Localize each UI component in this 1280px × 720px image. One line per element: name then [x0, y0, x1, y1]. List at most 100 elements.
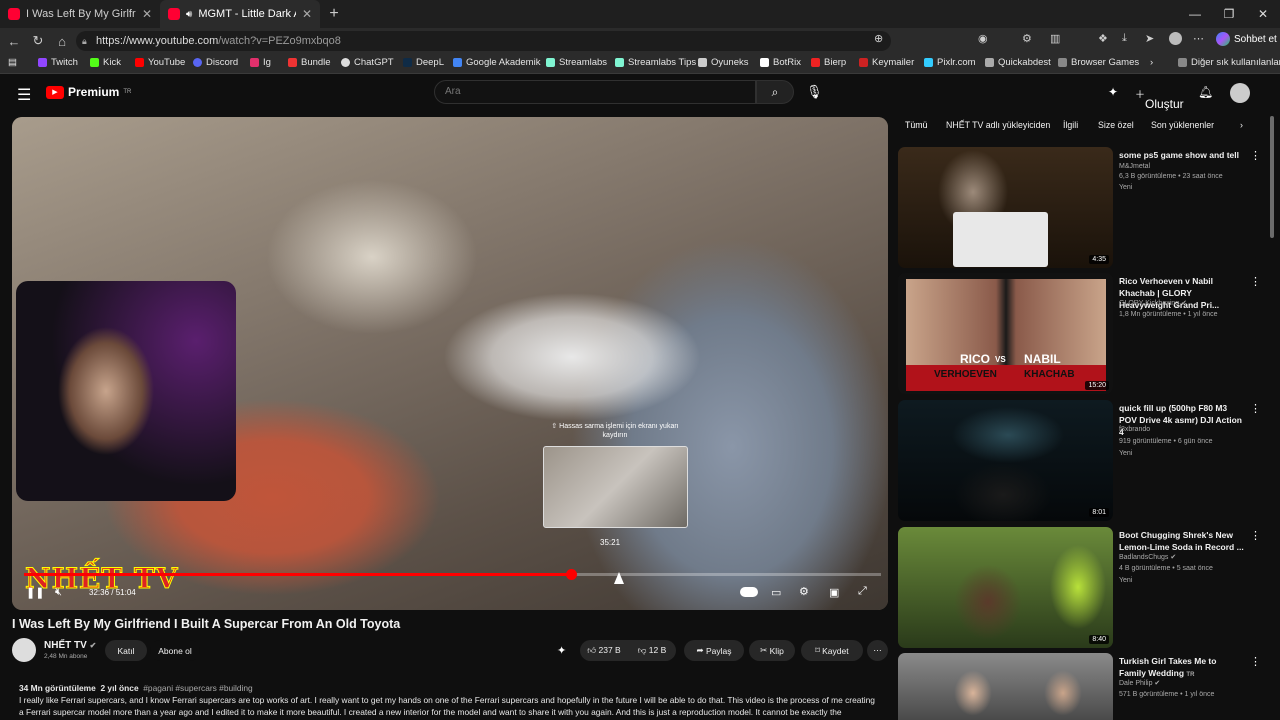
- bookmark-bierp[interactable]: Bierp: [811, 57, 846, 68]
- recommendation-item[interactable]: RICO VS NABIL VERHOEVEN KHACHAB 15:20 Ri…: [898, 273, 1268, 395]
- subscribe-button[interactable]: Abone ol: [150, 640, 200, 661]
- share-button[interactable]: ➦ Paylaş: [684, 640, 744, 661]
- other-bookmarks[interactable]: Diğer sık kullanılanlar: [1178, 57, 1280, 68]
- more-menu-icon[interactable]: ⋯: [1193, 32, 1204, 45]
- notifications-icon[interactable]: 🔔︎: [1198, 85, 1213, 99]
- chat-button[interactable]: Sohbet et: [1216, 32, 1277, 46]
- microphone-icon[interactable]: 🎙︎: [806, 84, 823, 100]
- split-view-icon[interactable]: ▥: [1050, 32, 1060, 45]
- share-icon[interactable]: ➤: [1145, 32, 1154, 45]
- progress-scrubber[interactable]: [565, 569, 577, 580]
- bookmark-youtube[interactable]: YouTube: [135, 57, 185, 68]
- url-field[interactable]: 🔒︎ https://www.youtube.com/watch?v=PEZo9…: [76, 31, 891, 51]
- more-vert-icon[interactable]: ⋮: [1250, 402, 1261, 415]
- maximize-icon[interactable]: ❐: [1212, 0, 1246, 28]
- chip-related[interactable]: İlgili: [1063, 120, 1078, 130]
- pause-icon[interactable]: ❚❚: [26, 586, 44, 599]
- close-tab-icon[interactable]: ✕: [302, 7, 312, 21]
- settings-icon[interactable]: ⚙︎: [799, 585, 809, 598]
- sidebar-scrollbar[interactable]: [1270, 116, 1274, 238]
- bookmark-keymailer[interactable]: Keymailer: [859, 57, 914, 68]
- translate-icon[interactable]: ⊕: [874, 32, 883, 45]
- more-vert-icon[interactable]: ⋮: [1250, 529, 1261, 542]
- dislike-button[interactable]: 👎︎ 12 B: [628, 645, 676, 656]
- studio-icon[interactable]: ✦: [1108, 85, 1118, 99]
- create-button[interactable]: ＋ Oluştur: [1135, 86, 1184, 111]
- chip-from-uploader[interactable]: NHẾT TV adlı yükleyiciden: [946, 120, 1050, 130]
- back-icon[interactable]: ←: [2, 34, 26, 49]
- bookmark-streamlabs-tips[interactable]: Streamlabs Tips: [615, 57, 696, 68]
- video-thumbnail[interactable]: [898, 653, 1113, 720]
- minimize-icon[interactable]: —: [1178, 0, 1212, 28]
- video-thumbnail[interactable]: 8:40: [898, 527, 1113, 648]
- recommendation-item[interactable]: 8:40 Boot Chugging Shrek's New Lemon-Lim…: [898, 527, 1268, 649]
- channel-avatar[interactable]: [12, 638, 36, 662]
- reading-list-icon[interactable]: ▤: [8, 57, 17, 68]
- bookmark-bundle[interactable]: Bundle: [288, 57, 331, 68]
- subtitles-icon[interactable]: ▭: [771, 586, 781, 599]
- bookmark-instagram[interactable]: Ig: [250, 57, 271, 68]
- speaker-icon[interactable]: 🔊︎: [186, 9, 192, 20]
- bookmark-google-scholar[interactable]: Google Akademik: [453, 57, 540, 68]
- bookmark-botrix[interactable]: BotRix: [760, 57, 801, 68]
- more-vert-icon[interactable]: ⋮: [1250, 655, 1261, 668]
- bookmark-pixlr[interactable]: Pixlr.com: [924, 57, 976, 68]
- puzzle-icon[interactable]: ⚙︎: [1022, 32, 1032, 45]
- recommendation-item[interactable]: 4:35 some ps5 game show and tell M&Jmeta…: [898, 147, 1268, 269]
- video-thumbnail[interactable]: 8:01: [898, 400, 1113, 521]
- recommendation-channel[interactable]: GLORY Kickboxing ✔: [1119, 299, 1187, 307]
- chip-for-you[interactable]: Size özel: [1098, 120, 1134, 130]
- channel-name[interactable]: NHẾT TV ✔: [44, 640, 96, 651]
- more-vert-icon[interactable]: ⋮: [1250, 275, 1261, 288]
- video-thumbnail[interactable]: RICO VS NABIL VERHOEVEN KHACHAB 15:20: [898, 273, 1113, 394]
- search-input[interactable]: Ara: [434, 80, 756, 104]
- profile-avatar-icon[interactable]: [1169, 32, 1182, 45]
- bookmark-browser-games[interactable]: Browser Games: [1058, 57, 1139, 68]
- bookmark-twitch[interactable]: Twitch: [38, 57, 78, 68]
- video-description[interactable]: 34 Mn görüntüleme 2 yıl önce #pagani #su…: [12, 682, 888, 720]
- account-avatar[interactable]: [1230, 83, 1250, 103]
- bookmark-quickabdest[interactable]: Quickabdest: [985, 57, 1051, 68]
- chevron-right-icon[interactable]: ›: [1150, 57, 1153, 68]
- more-vert-icon[interactable]: ⋮: [1250, 149, 1261, 162]
- clip-button[interactable]: ✂ Klip: [749, 640, 795, 661]
- download-icon[interactable]: ⤓: [1122, 32, 1127, 45]
- chip-recently-uploaded[interactable]: Son yüklenenler: [1151, 120, 1214, 130]
- theater-mode-icon[interactable]: ▣: [829, 586, 839, 599]
- browser-tab-2[interactable]: 🔊︎ MGMT - Little Dark Age (Offic ✕: [160, 0, 320, 28]
- youtube-logo[interactable]: ▶ Premium TR: [46, 85, 131, 99]
- fullscreen-icon[interactable]: ⤢: [858, 585, 867, 598]
- recommendation-channel[interactable]: f8xbrando: [1119, 426, 1150, 433]
- extension-icon[interactable]: ◉: [978, 32, 988, 45]
- recommendation-channel[interactable]: M&Jmetal: [1119, 163, 1150, 170]
- close-window-icon[interactable]: ✕: [1246, 0, 1280, 28]
- new-tab-button[interactable]: +: [320, 5, 348, 23]
- browser-tab-1[interactable]: I Was Left By My Girlfriend I Built A ✕: [0, 0, 160, 28]
- progress-bar[interactable]: [24, 569, 881, 580]
- bookmark-kick[interactable]: Kick: [90, 57, 121, 68]
- more-actions-button[interactable]: ⋯: [867, 640, 888, 661]
- collections-icon[interactable]: ❖: [1098, 32, 1108, 45]
- mute-icon[interactable]: 🔇︎: [55, 586, 62, 599]
- recommendation-channel[interactable]: BadlandsChugs ✔: [1119, 553, 1176, 561]
- search-button[interactable]: ⌕: [756, 80, 794, 104]
- bookmark-streamlabs[interactable]: Streamlabs: [546, 57, 607, 68]
- video-thumbnail[interactable]: 4:35: [898, 147, 1113, 268]
- recommendation-item[interactable]: Turkish Girl Takes Me to Family Wedding …: [898, 653, 1268, 720]
- home-icon[interactable]: ⌂: [50, 34, 74, 49]
- chevron-right-icon[interactable]: ›: [1240, 120, 1243, 130]
- hashtags[interactable]: #pagani #supercars #building: [143, 683, 252, 693]
- autoplay-toggle[interactable]: [740, 587, 758, 597]
- reload-icon[interactable]: ↻: [26, 33, 50, 49]
- ai-summary-icon[interactable]: ✦: [557, 644, 566, 657]
- bookmark-deepl[interactable]: DeepL: [403, 57, 444, 68]
- recommendation-channel[interactable]: Dale Philip ✔: [1119, 679, 1160, 687]
- join-button[interactable]: Katıl: [105, 640, 147, 661]
- menu-icon[interactable]: ☰: [17, 85, 31, 105]
- like-button[interactable]: 👍︎ 237 B: [580, 645, 628, 656]
- bookmark-discord[interactable]: Discord: [193, 57, 238, 68]
- close-tab-icon[interactable]: ✕: [142, 7, 152, 21]
- bookmark-oyuneks[interactable]: Oyuneks: [698, 57, 749, 68]
- save-button[interactable]: ⌑ Kaydet: [801, 640, 863, 661]
- chip-all[interactable]: Tümü: [905, 120, 928, 130]
